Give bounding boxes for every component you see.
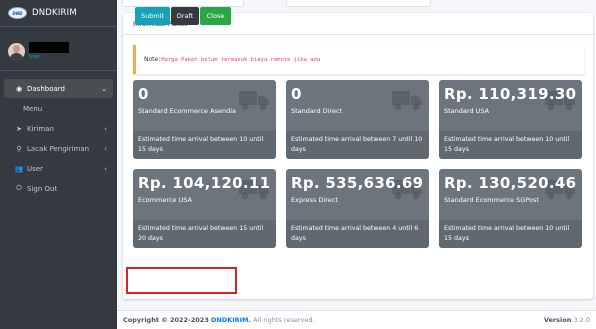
chevron-left-icon: ‹ (104, 144, 107, 153)
chevron-left-icon: ‹ (104, 124, 107, 133)
user-name-redacted (29, 42, 69, 53)
close-button[interactable]: Close (200, 7, 231, 25)
package-eta: Estimated time arrival between 10 until … (439, 131, 582, 159)
package-name: Standard USA (444, 107, 490, 115)
package-eta: Estimated time arrival between 7 until 1… (286, 131, 429, 159)
truck-icon (392, 91, 422, 111)
submit-button[interactable]: Submit (135, 7, 170, 25)
package-name: Ecommerce USA (138, 196, 192, 204)
avatar[interactable] (8, 42, 25, 60)
package-box[interactable]: Rp. 110,319.30 Standard USA Estimated ti… (439, 80, 582, 159)
sidebar-item-label: Dashboard (27, 84, 65, 93)
package-eta: Estimated time arrival between 10 until … (439, 220, 582, 248)
package-price: Rp. 104,120.11 (138, 174, 271, 192)
note-text: Harga Paket belum termasuk biaya remote … (161, 56, 321, 63)
package-box[interactable]: Rp. 130,520.46 Standard Ecommerce SGPost… (439, 169, 582, 248)
sidebar-item-user[interactable]: 👥 User ‹ (4, 159, 113, 178)
package-price: Rp. 535,636.69 (291, 174, 424, 192)
package-name: Standard Ecommerce Asendia (138, 107, 236, 115)
package-eta: Estimated time arrival between 15 until … (133, 220, 276, 248)
rights-text: All rights reserved. (253, 316, 315, 324)
sidebar-nav: ◉ Dashboard ⌄ Menu ➤ Kiriman ‹ ⚲ Lacak P… (0, 79, 117, 198)
package-name: Standard Direct (291, 107, 343, 115)
brand-logo-icon: DND (8, 7, 27, 19)
chevron-left-icon: ‹ (104, 164, 107, 173)
package-price: Rp. 110,319.30 (444, 85, 577, 103)
sidebar-item-label: Sign Out (27, 184, 58, 193)
sidebar: DND DNDKIRIM User ◉ Dashboard ⌄ Menu ➤ K… (0, 0, 117, 329)
note-label: Note: (144, 56, 161, 63)
sidebar-item-dashboard[interactable]: ◉ Dashboard ⌄ (4, 79, 113, 98)
chevron-down-icon: ⌄ (101, 84, 107, 93)
user-panel: User (0, 32, 117, 71)
button-highlight-box (126, 267, 237, 294)
sidebar-item-label: User (27, 164, 43, 173)
users-icon: 👥 (14, 164, 24, 173)
package-name: Express Direct (291, 196, 338, 204)
footer-version: Version 3.2.0 (544, 316, 590, 324)
package-name: Standard Ecommerce SGPost (444, 196, 539, 204)
top-card-left (122, 0, 244, 7)
draft-button[interactable]: Draft (171, 7, 199, 25)
package-eta: Estimated time arrival between 10 until … (133, 131, 276, 159)
footer-copyright: Copyright © 2022-2023 DNDKIRIM. All righ… (123, 316, 315, 324)
sidebar-item-label: Kiriman (27, 124, 54, 133)
sidebar-item-sign-out[interactable]: ⏻ Sign Out (4, 179, 113, 198)
brand[interactable]: DND DNDKIRIM (0, 0, 117, 27)
paper-plane-icon: ➤ (16, 124, 22, 133)
search-icon: ⚲ (16, 144, 22, 153)
package-box[interactable]: Rp. 104,120.11 Ecommerce USA Estimated t… (133, 169, 276, 248)
package-price: 0 (138, 85, 149, 103)
sidebar-item-menu[interactable]: Menu (4, 99, 113, 118)
footer: Copyright © 2022-2023 DNDKIRIM. All righ… (117, 310, 596, 329)
version-label: Version (543, 316, 572, 324)
package-eta: Estimated time arrival between 4 until 6… (286, 220, 429, 248)
package-price: 0 (291, 85, 302, 103)
copyright-text: Copyright © 2022-2023 (123, 316, 209, 324)
footer-brand-link[interactable]: DNDKIRIM. (211, 316, 251, 324)
sidebar-item-lacak-pengiriman[interactable]: ⚲ Lacak Pengiriman ‹ (4, 139, 113, 158)
note-callout: Note: Harga Paket belum termasuk biaya r… (133, 45, 584, 74)
version-number: 3.2.0 (573, 316, 590, 324)
truck-icon (239, 91, 269, 111)
sidebar-item-kiriman[interactable]: ➤ Kiriman ‹ (4, 119, 113, 138)
tachometer-icon: ◉ (15, 84, 23, 93)
power-icon: ⏻ (16, 184, 22, 192)
package-box[interactable]: Rp. 535,636.69 Express Direct Estimated … (286, 169, 429, 248)
package-price: Rp. 130,520.46 (444, 174, 577, 192)
brand-logo-text: DND (12, 10, 23, 16)
user-role[interactable]: User (29, 54, 69, 60)
brand-name: DNDKIRIM (32, 8, 77, 18)
package-box[interactable]: 0 Standard Ecommerce Asendia Estimated t… (133, 80, 276, 159)
sidebar-item-label: Menu (23, 104, 43, 113)
sidebar-item-label: Lacak Pengiriman (27, 144, 90, 153)
package-box[interactable]: 0 Standard Direct Estimated time arrival… (286, 80, 429, 159)
top-card-right (286, 0, 431, 7)
